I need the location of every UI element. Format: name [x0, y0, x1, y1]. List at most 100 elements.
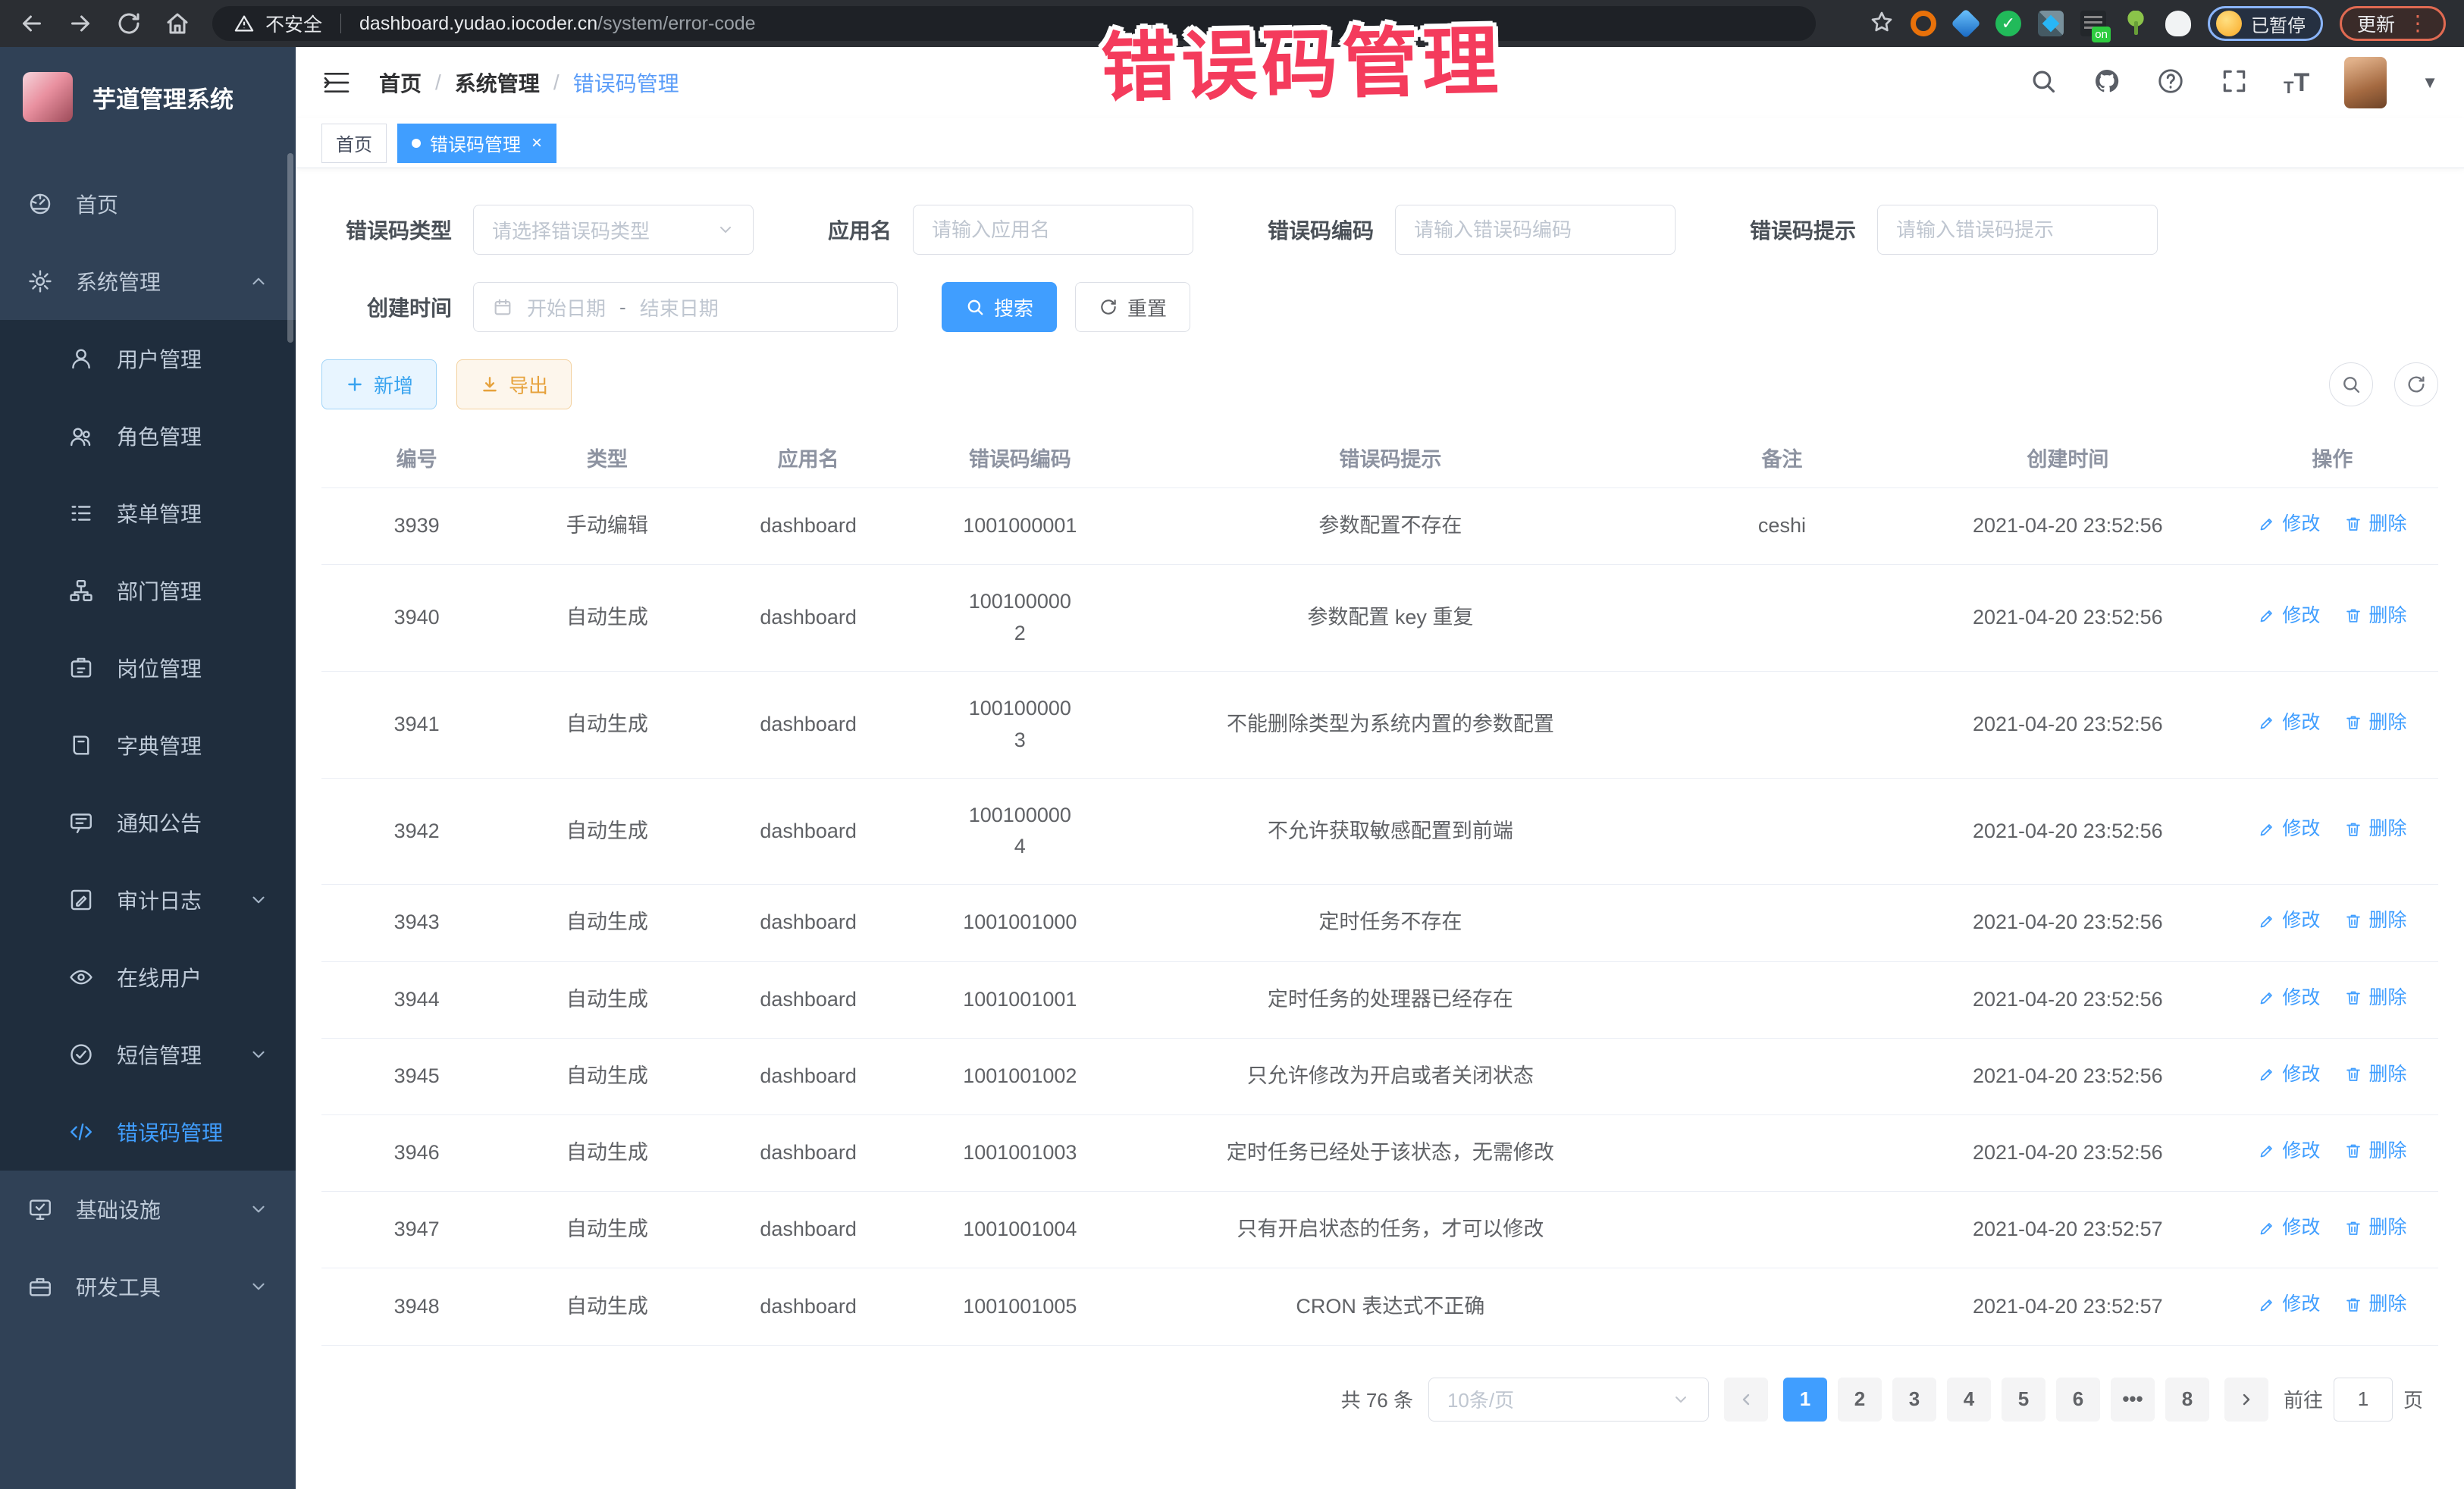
- sidebar-item-dept[interactable]: 部门管理: [0, 552, 296, 629]
- back-icon[interactable]: [18, 10, 45, 37]
- delete-link[interactable]: 删除: [2344, 601, 2406, 631]
- sidebar-item-home[interactable]: 首页: [0, 165, 296, 243]
- cell-actions: 修改删除: [2227, 488, 2438, 565]
- extension-icon-1[interactable]: [1911, 11, 1936, 36]
- cell-hint: 参数配置 key 重复: [1126, 565, 1655, 672]
- sidebar-item-infrastructure[interactable]: 基础设施: [0, 1171, 296, 1248]
- sidebar-item-error-code[interactable]: 错误码管理: [0, 1093, 296, 1171]
- sidebar-item-menu[interactable]: 菜单管理: [0, 475, 296, 552]
- edit-link[interactable]: 修改: [2258, 601, 2320, 631]
- date-range-picker[interactable]: 开始日期 - 结束日期: [473, 282, 898, 332]
- browser-update-button[interactable]: 更新 ⋮: [2340, 6, 2446, 41]
- sidebar-item-online-user[interactable]: 在线用户: [0, 939, 296, 1016]
- extension-icon-5[interactable]: [2080, 11, 2106, 36]
- home-icon[interactable]: [164, 10, 191, 37]
- page-button-6[interactable]: 6: [2056, 1378, 2100, 1422]
- sidebar-item-label: 在线用户: [117, 962, 202, 992]
- sidebar-collapse-icon[interactable]: [321, 67, 352, 98]
- sidebar-item-audit-log[interactable]: 审计日志: [0, 861, 296, 939]
- extension-icon-3[interactable]: ✓: [1995, 11, 2021, 36]
- delete-link[interactable]: 删除: [2344, 1060, 2406, 1089]
- delete-icon: [2344, 989, 2362, 1007]
- add-button[interactable]: 新增: [321, 359, 437, 409]
- sidebar-item-user[interactable]: 用户管理: [0, 320, 296, 397]
- extension-icon-2[interactable]: [1951, 8, 1980, 38]
- delete-link[interactable]: 删除: [2344, 1213, 2406, 1243]
- search-icon[interactable]: [2029, 67, 2058, 99]
- show-search-toggle-button[interactable]: [2329, 362, 2373, 406]
- chevron-up-icon: [249, 271, 268, 291]
- page-button-2[interactable]: 2: [1838, 1378, 1882, 1422]
- tag-首页[interactable]: 首页: [321, 124, 387, 163]
- id-badge-icon: [68, 655, 94, 681]
- goto-page-input[interactable]: [2334, 1378, 2393, 1422]
- edit-link[interactable]: 修改: [2258, 1136, 2320, 1166]
- kebab-menu-icon[interactable]: ⋮: [2407, 19, 2428, 27]
- extension-icon-7[interactable]: [2165, 11, 2191, 36]
- error-type-select[interactable]: 请选择错误码类型: [473, 205, 754, 255]
- edit-link[interactable]: 修改: [2258, 906, 2320, 936]
- sidebar-item-notice[interactable]: 通知公告: [0, 784, 296, 861]
- prev-page-button[interactable]: [1724, 1378, 1768, 1422]
- font-size-icon[interactable]: TT: [2284, 68, 2309, 98]
- reset-button[interactable]: 重置: [1075, 282, 1190, 332]
- chevron-down-icon[interactable]: ▼: [2422, 73, 2438, 92]
- delete-link[interactable]: 删除: [2344, 983, 2406, 1013]
- close-icon[interactable]: ×: [531, 133, 542, 154]
- cell-code: 1001000004: [914, 778, 1126, 885]
- edit-link[interactable]: 修改: [2258, 509, 2320, 539]
- page-button-3[interactable]: 3: [1892, 1378, 1936, 1422]
- edit-link[interactable]: 修改: [2258, 1060, 2320, 1089]
- reload-icon[interactable]: [115, 10, 143, 37]
- bookmark-star-icon[interactable]: [1870, 10, 1894, 38]
- sidebar-item-system[interactable]: 系统管理: [0, 243, 296, 320]
- sidebar-logo[interactable]: 芋道管理系统: [0, 47, 296, 147]
- page-button-5[interactable]: 5: [2002, 1378, 2045, 1422]
- sidebar-item-devtools[interactable]: 研发工具: [0, 1248, 296, 1325]
- refresh-table-button[interactable]: [2394, 362, 2438, 406]
- edit-link[interactable]: 修改: [2258, 1290, 2320, 1319]
- breadcrumb-home[interactable]: 首页: [379, 67, 422, 98]
- delete-link[interactable]: 删除: [2344, 708, 2406, 738]
- sidebar-item-post[interactable]: 岗位管理: [0, 629, 296, 707]
- github-icon[interactable]: [2093, 67, 2121, 99]
- edit-link[interactable]: 修改: [2258, 983, 2320, 1013]
- delete-link[interactable]: 删除: [2344, 509, 2406, 539]
- export-button[interactable]: 导出: [456, 359, 572, 409]
- error-hint-input[interactable]: [1877, 205, 2158, 255]
- sidebar-item-role[interactable]: 角色管理: [0, 397, 296, 475]
- search-button[interactable]: 搜索: [942, 282, 1057, 332]
- app-name-input[interactable]: [913, 205, 1193, 255]
- security-label[interactable]: 不安全: [265, 10, 322, 37]
- forward-icon[interactable]: [67, 10, 94, 37]
- next-page-button[interactable]: [2224, 1378, 2268, 1422]
- delete-link[interactable]: 删除: [2344, 906, 2406, 936]
- pager-ellipsis[interactable]: •••: [2111, 1378, 2155, 1422]
- breadcrumb-system[interactable]: 系统管理: [455, 67, 540, 98]
- edit-link[interactable]: 修改: [2258, 814, 2320, 844]
- browser-profile-chip[interactable]: 已暂停: [2208, 6, 2323, 41]
- edit-link[interactable]: 修改: [2258, 1213, 2320, 1243]
- sidebar-item-sms[interactable]: 短信管理: [0, 1016, 296, 1093]
- user-avatar[interactable]: [2344, 57, 2387, 108]
- page-button-1[interactable]: 1: [1783, 1378, 1827, 1422]
- delete-link[interactable]: 删除: [2344, 1136, 2406, 1166]
- page-button-8[interactable]: 8: [2165, 1378, 2209, 1422]
- sidebar-item-dict[interactable]: 字典管理: [0, 707, 296, 784]
- url-text[interactable]: dashboard.yudao.iocoder.cn/system/error-…: [359, 13, 756, 35]
- tag-错误码管理[interactable]: 错误码管理×: [397, 124, 556, 163]
- logo-image: [23, 72, 73, 122]
- delete-link[interactable]: 删除: [2344, 1290, 2406, 1319]
- error-code-input[interactable]: [1395, 205, 1676, 255]
- fullscreen-icon[interactable]: [2220, 67, 2249, 99]
- edit-link[interactable]: 修改: [2258, 708, 2320, 738]
- extension-icon-4[interactable]: [2038, 11, 2064, 36]
- address-bar[interactable]: 不安全 dashboard.yudao.iocoder.cn/system/er…: [212, 6, 1816, 41]
- help-icon[interactable]: [2156, 67, 2185, 99]
- extension-icon-6[interactable]: [2123, 11, 2149, 36]
- page-button-4[interactable]: 4: [1947, 1378, 1991, 1422]
- delete-link[interactable]: 删除: [2344, 814, 2406, 844]
- sidebar-scrollbar[interactable]: [287, 153, 293, 343]
- page-size-select[interactable]: 10条/页: [1428, 1378, 1709, 1422]
- tags-view: 首页错误码管理×: [296, 118, 2464, 168]
